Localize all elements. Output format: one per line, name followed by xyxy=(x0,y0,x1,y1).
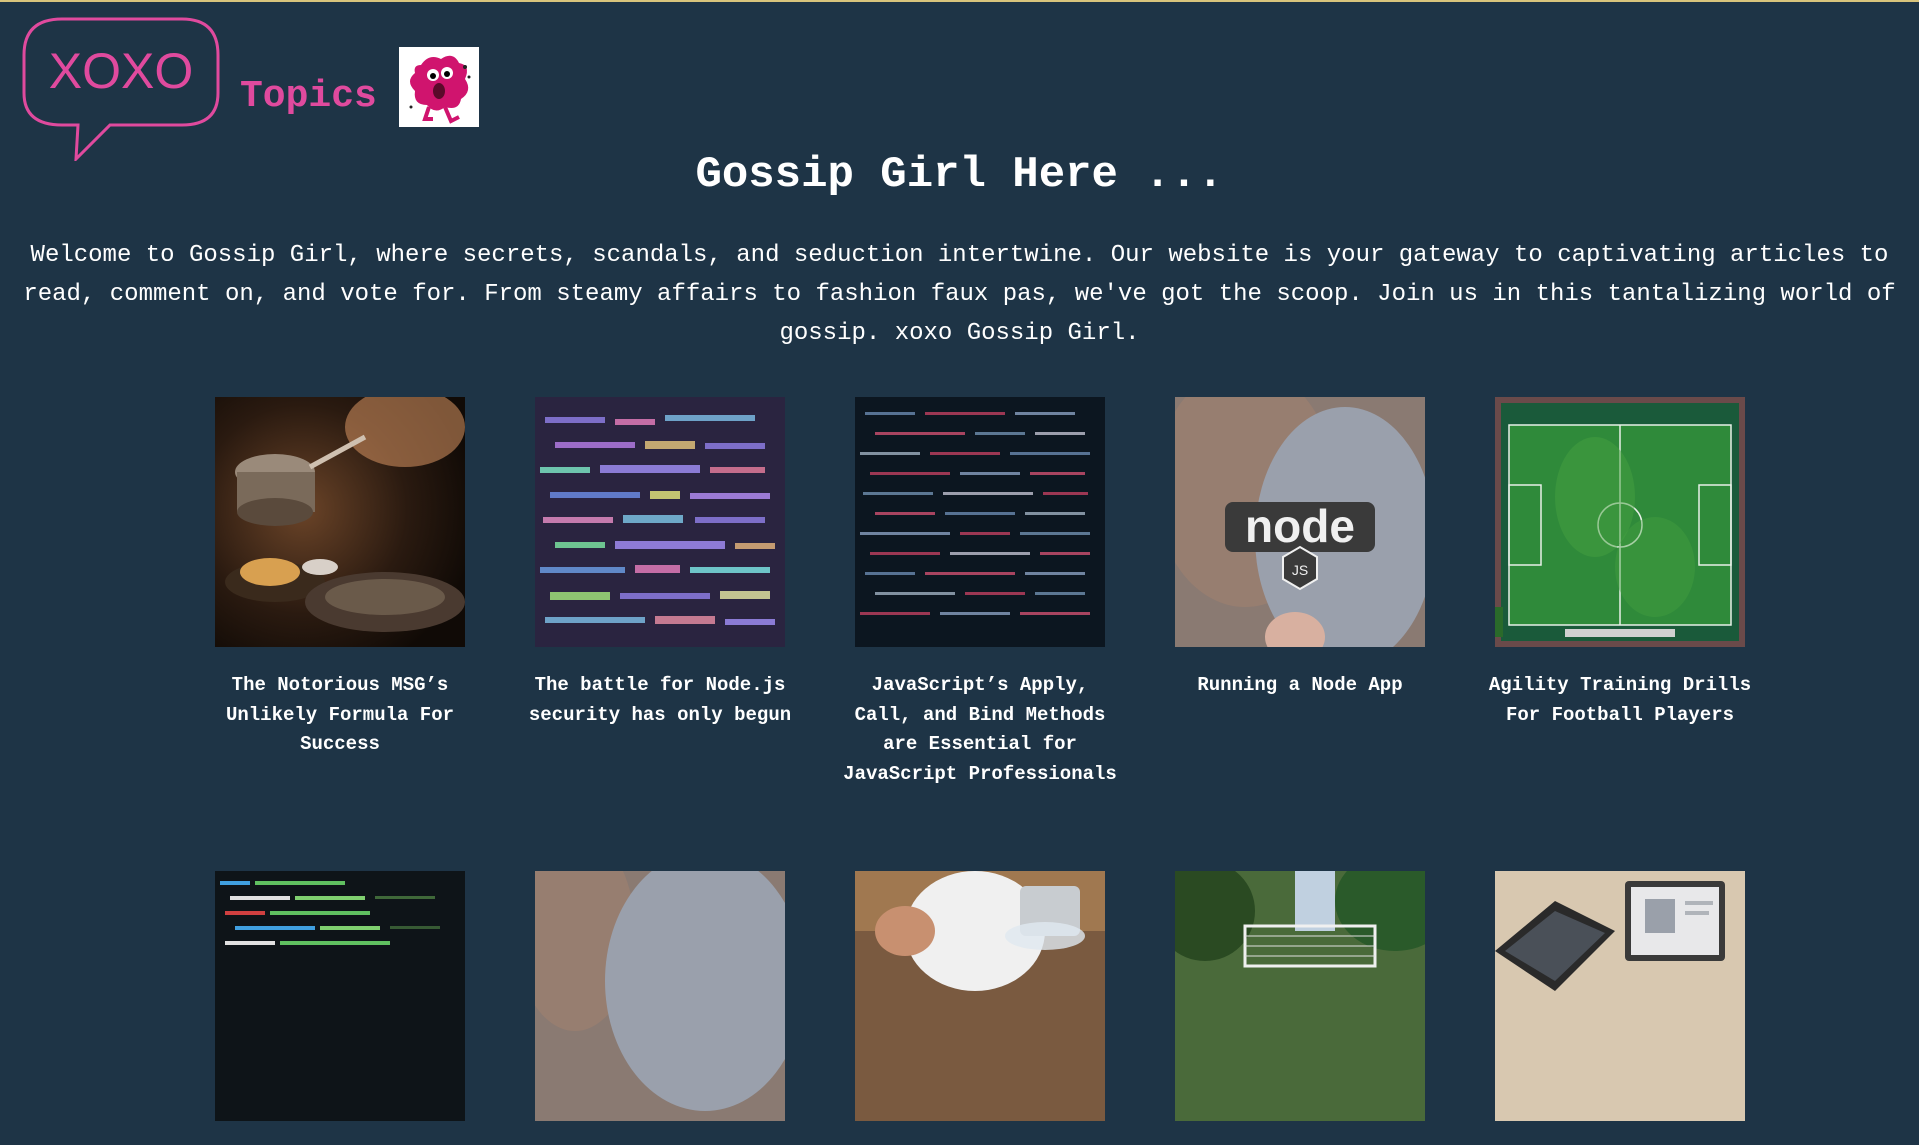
speech-bubble-icon: XOXO xyxy=(22,17,220,163)
article-card[interactable] xyxy=(1495,871,1745,1145)
article-thumbnail[interactable] xyxy=(1495,871,1745,1121)
article-title[interactable]: Running a Node App xyxy=(1160,671,1440,701)
xoxo-logo[interactable]: XOXO xyxy=(22,17,222,163)
article-card[interactable]: Agility Training Drills For Football Pla… xyxy=(1489,397,1751,730)
article-thumbnail[interactable]: node JS xyxy=(1175,397,1425,647)
article-thumbnail[interactable] xyxy=(215,397,465,647)
article-card[interactable] xyxy=(855,871,1105,1145)
article-title[interactable]: JavaScript’s Apply, Call, and Bind Metho… xyxy=(840,671,1120,789)
article-card[interactable]: The battle for Node.js security has only… xyxy=(529,397,791,730)
topics-link[interactable]: Topics xyxy=(240,75,377,118)
intro-paragraph: Welcome to Gossip Girl, where secrets, s… xyxy=(23,242,1896,347)
pink-monster-icon xyxy=(409,55,471,124)
article-title[interactable]: The battle for Node.js security has only… xyxy=(520,671,800,730)
logo-text: XOXO xyxy=(49,43,193,99)
article-card[interactable] xyxy=(1175,871,1425,1145)
article-card[interactable] xyxy=(215,871,465,1145)
article-thumbnail[interactable] xyxy=(855,397,1105,647)
article-title[interactable]: Agility Training Drills For Football Pla… xyxy=(1480,671,1760,730)
article-thumbnail[interactable] xyxy=(215,871,465,1121)
article-thumbnail[interactable] xyxy=(855,871,1105,1121)
top-border-line xyxy=(0,0,1919,2)
topics-image[interactable] xyxy=(399,47,479,127)
article-thumbnail[interactable] xyxy=(535,397,785,647)
article-title[interactable]: The Notorious MSG’s Unlikely Formula For… xyxy=(200,671,480,760)
svg-text:node: node xyxy=(1245,500,1355,552)
article-thumbnail[interactable] xyxy=(1175,871,1425,1121)
article-card[interactable] xyxy=(535,871,785,1145)
page-title: Gossip Girl Here ... xyxy=(695,150,1224,200)
article-card[interactable]: JavaScript’s Apply, Call, and Bind Metho… xyxy=(843,397,1117,789)
article-card[interactable]: The Notorious MSG’s Unlikely Formula For… xyxy=(215,397,465,760)
article-thumbnail[interactable] xyxy=(1495,397,1745,647)
article-card[interactable]: node JS Running a Node App xyxy=(1175,397,1425,701)
article-thumbnail[interactable] xyxy=(535,871,785,1121)
site-header: XOXO Topics xyxy=(22,17,482,163)
svg-text:JS: JS xyxy=(1292,562,1308,578)
